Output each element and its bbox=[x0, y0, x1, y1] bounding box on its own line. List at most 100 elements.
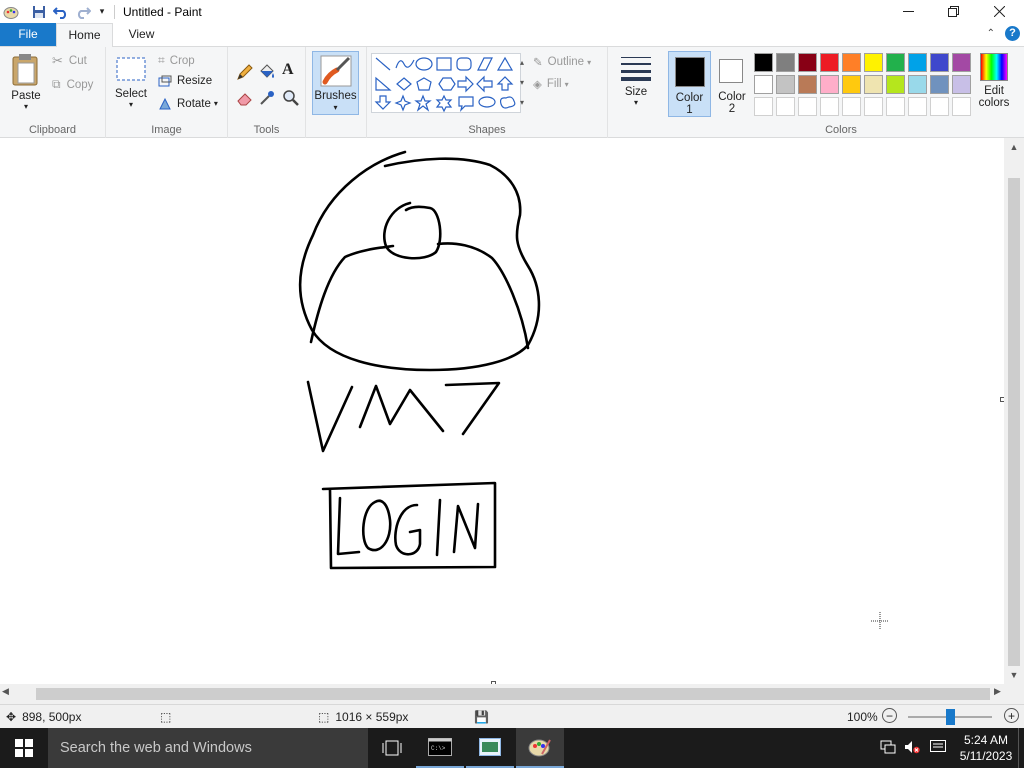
zoom-in-button[interactable]: + bbox=[1004, 708, 1019, 723]
color-swatch[interactable] bbox=[908, 97, 927, 116]
fill-button[interactable]: ◈ Fill ▾ bbox=[533, 77, 569, 91]
color-swatch[interactable] bbox=[820, 75, 839, 94]
edit-colors-button[interactable]: Edit colors bbox=[974, 53, 1014, 109]
zoom-out-button[interactable]: − bbox=[882, 708, 897, 723]
show-desktop-button[interactable] bbox=[1018, 728, 1019, 768]
color-swatch[interactable] bbox=[842, 97, 861, 116]
scroll-down-icon[interactable]: ▼ bbox=[1004, 666, 1024, 684]
drawing-letter-n bbox=[452, 502, 480, 554]
text-tool-icon[interactable]: A bbox=[282, 61, 294, 79]
brushes-button[interactable]: Brushes ▾ bbox=[312, 51, 359, 115]
pencil-icon[interactable] bbox=[236, 63, 254, 81]
magnifier-icon[interactable] bbox=[282, 89, 300, 107]
color-swatch[interactable] bbox=[930, 97, 949, 116]
redo-icon[interactable] bbox=[72, 1, 94, 23]
brushes-label: Brushes bbox=[314, 90, 357, 102]
taskbar-app-paint[interactable] bbox=[516, 728, 564, 768]
curve-shape-icon bbox=[395, 59, 415, 69]
save-icon[interactable] bbox=[28, 1, 50, 23]
canvas[interactable] bbox=[0, 138, 1005, 686]
horizontal-scroll-thumb[interactable] bbox=[36, 688, 990, 700]
fill-bucket-icon[interactable] bbox=[258, 63, 276, 81]
color-swatch[interactable] bbox=[886, 75, 905, 94]
color-swatch[interactable] bbox=[842, 53, 861, 72]
color-swatch[interactable] bbox=[908, 75, 927, 94]
taskbar-app-terminal[interactable]: C:\> bbox=[416, 728, 464, 768]
taskbar-app-window[interactable] bbox=[466, 728, 514, 768]
color-swatch[interactable] bbox=[754, 75, 773, 94]
color-swatch[interactable] bbox=[930, 53, 949, 72]
color-swatch[interactable] bbox=[820, 97, 839, 116]
color2-button[interactable]: Color 2 bbox=[712, 51, 752, 117]
volume-muted-icon[interactable] bbox=[904, 740, 920, 757]
tab-home[interactable]: Home bbox=[56, 23, 113, 47]
vertical-scroll-thumb[interactable] bbox=[1008, 178, 1020, 666]
search-box[interactable]: Search the web and Windows bbox=[48, 728, 368, 768]
color-swatch[interactable] bbox=[754, 53, 773, 72]
color-swatch[interactable] bbox=[842, 75, 861, 94]
task-view-button[interactable] bbox=[368, 728, 416, 768]
horizontal-scrollbar[interactable]: ◀ ▶ bbox=[0, 684, 1024, 704]
paste-button[interactable]: Paste ▾ bbox=[6, 53, 46, 111]
cut-button[interactable]: ✂ Cut bbox=[52, 53, 87, 69]
copy-button[interactable]: ⧉ Copy bbox=[52, 77, 93, 92]
shapes-gallery[interactable] bbox=[371, 53, 521, 113]
tab-file[interactable]: File bbox=[0, 23, 56, 46]
vertical-scrollbar[interactable]: ▲ ▼ bbox=[1004, 138, 1024, 684]
tab-view[interactable]: View bbox=[113, 23, 170, 46]
select-button[interactable]: Select ▾ bbox=[114, 55, 148, 109]
scroll-right-icon[interactable]: ▶ bbox=[994, 686, 1001, 697]
color-swatch[interactable] bbox=[864, 97, 883, 116]
color-swatch[interactable] bbox=[864, 53, 883, 72]
rotate-button[interactable]: Rotate ▾ bbox=[158, 97, 218, 110]
color-swatch[interactable] bbox=[754, 97, 773, 116]
scroll-up-icon[interactable]: ▲ bbox=[1004, 138, 1024, 156]
close-button[interactable] bbox=[976, 0, 1022, 23]
color-swatch[interactable] bbox=[886, 53, 905, 72]
color-picker-icon[interactable] bbox=[258, 89, 276, 107]
zoom-slider-thumb[interactable] bbox=[946, 709, 955, 725]
fill-label: Fill bbox=[546, 78, 562, 90]
restore-button[interactable] bbox=[930, 0, 976, 23]
color-swatch[interactable] bbox=[930, 75, 949, 94]
action-center-icon[interactable] bbox=[930, 740, 946, 757]
crop-button[interactable]: ⌗ Crop bbox=[158, 53, 195, 68]
color-swatch[interactable] bbox=[776, 53, 795, 72]
color-swatch[interactable] bbox=[952, 75, 971, 94]
color-swatch[interactable] bbox=[952, 53, 971, 72]
color-swatch[interactable] bbox=[908, 53, 927, 72]
size-button[interactable]: Size ▾ bbox=[616, 53, 656, 107]
paste-dropdown-icon[interactable]: ▾ bbox=[6, 102, 46, 111]
clock[interactable]: 5:24 AM 5/11/2023 bbox=[956, 732, 1016, 764]
crosshair-cursor bbox=[871, 612, 889, 630]
minimize-button[interactable] bbox=[885, 0, 931, 23]
network-icon[interactable] bbox=[880, 740, 896, 757]
color-swatch[interactable] bbox=[776, 97, 795, 116]
color1-label: Color bbox=[675, 92, 704, 104]
outline-button[interactable]: ✎ Outline ▾ bbox=[533, 55, 591, 69]
resize-button[interactable]: Resize bbox=[158, 75, 212, 87]
customize-qat-icon[interactable]: ▾ bbox=[94, 1, 110, 23]
paint-app-icon[interactable] bbox=[0, 1, 22, 23]
color-swatch[interactable] bbox=[798, 53, 817, 72]
color-swatch[interactable] bbox=[864, 75, 883, 94]
select-dropdown-icon[interactable]: ▾ bbox=[114, 100, 148, 109]
color-swatch[interactable] bbox=[798, 75, 817, 94]
color-swatch[interactable] bbox=[952, 97, 971, 116]
color1-button[interactable]: Color 1 bbox=[668, 51, 711, 117]
paint-icon bbox=[528, 739, 551, 757]
shapes-scroll[interactable]: ▴ ▾ ▾ bbox=[517, 53, 527, 113]
eraser-icon[interactable] bbox=[236, 89, 254, 107]
scroll-left-icon[interactable]: ◀ bbox=[2, 686, 9, 697]
paste-icon bbox=[12, 54, 38, 86]
color-swatch[interactable] bbox=[798, 97, 817, 116]
color-swatch[interactable] bbox=[886, 97, 905, 116]
color-swatch[interactable] bbox=[776, 75, 795, 94]
outline-dropdown-icon: ▾ bbox=[587, 57, 592, 67]
collapse-ribbon-icon[interactable]: ⌃ bbox=[987, 28, 995, 39]
undo-icon[interactable] bbox=[50, 1, 72, 23]
outline-label: Outline bbox=[547, 56, 585, 68]
start-button[interactable] bbox=[0, 728, 48, 768]
help-icon[interactable]: ? bbox=[1005, 26, 1020, 41]
color-swatch[interactable] bbox=[820, 53, 839, 72]
